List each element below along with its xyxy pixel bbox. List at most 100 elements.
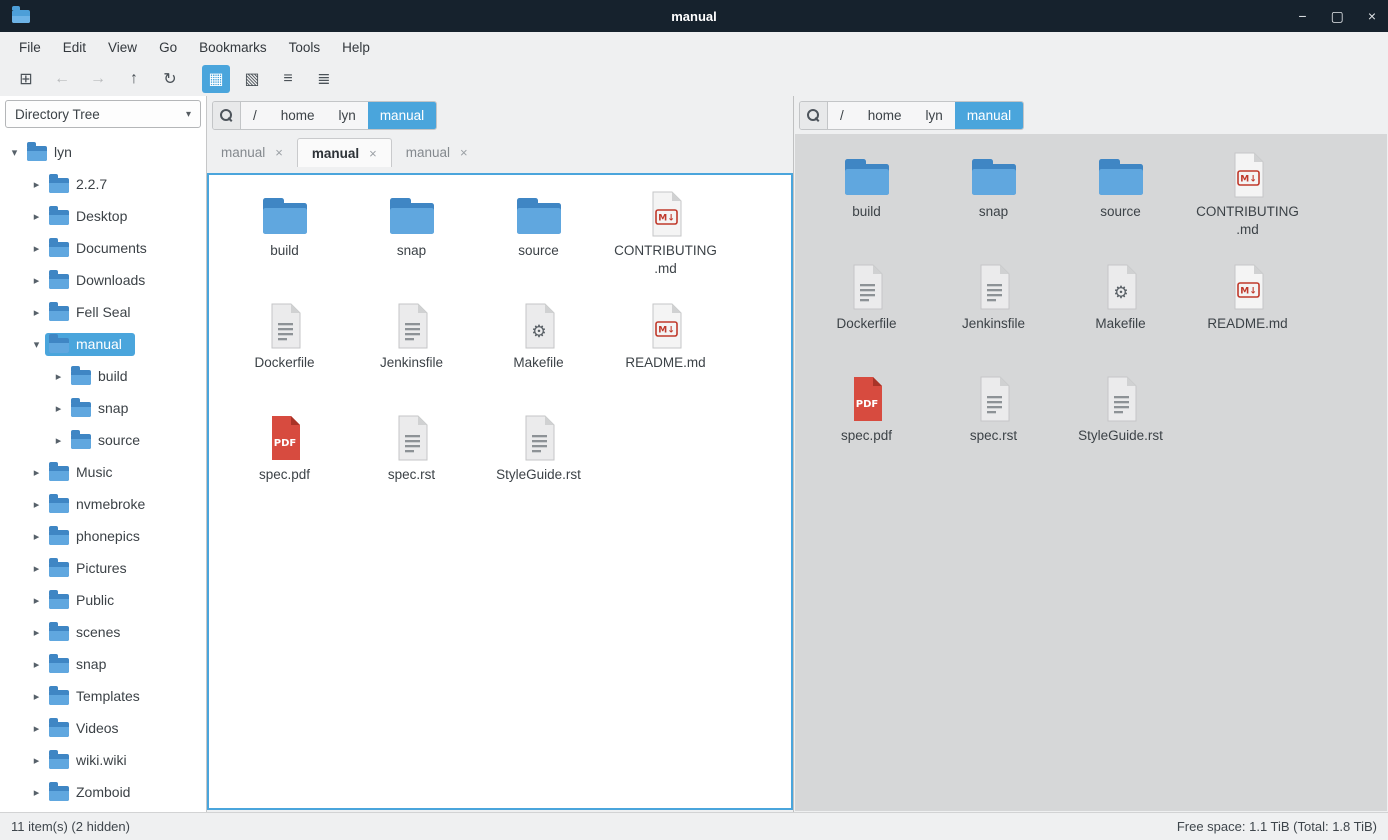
close-icon[interactable]: ×	[460, 145, 468, 160]
breadcrumb-root[interactable]: /	[241, 102, 269, 129]
tab-manual-1[interactable]: manual×	[207, 138, 297, 167]
search-icon[interactable]	[213, 102, 241, 129]
chevron-right-icon[interactable]: ▸	[28, 626, 45, 639]
chevron-right-icon[interactable]: ▸	[28, 466, 45, 479]
file-makefile[interactable]: ⚙Makefile	[475, 295, 602, 407]
chevron-right-icon[interactable]: ▸	[28, 690, 45, 703]
file-spec-pdf[interactable]: PDFspec.pdf	[803, 368, 930, 480]
breadcrumb-home[interactable]: home	[856, 102, 914, 129]
file-spec-rst[interactable]: spec.rst	[348, 407, 475, 519]
tree-item-nvmebroke[interactable]: ▸nvmebroke	[0, 488, 206, 520]
up-button[interactable]: ↑	[120, 65, 148, 93]
file-jenkinsfile[interactable]: Jenkinsfile	[348, 295, 475, 407]
file-contributing-md[interactable]: M↓CONTRIBUTING.md	[1184, 144, 1311, 256]
chevron-right-icon[interactable]: ▸	[28, 498, 45, 511]
close-icon[interactable]: ×	[369, 146, 377, 161]
chevron-right-icon[interactable]: ▸	[28, 530, 45, 543]
file-snap[interactable]: snap	[348, 183, 475, 295]
tree-item-fell-seal[interactable]: ▸Fell Seal	[0, 296, 206, 328]
search-icon[interactable]	[800, 102, 828, 129]
menu-tools[interactable]: Tools	[278, 35, 332, 60]
breadcrumb-home[interactable]: home	[269, 102, 327, 129]
tree-item-downloads[interactable]: ▸Downloads	[0, 264, 206, 296]
file-snap[interactable]: snap	[930, 144, 1057, 256]
file-source[interactable]: source	[475, 183, 602, 295]
icon-view-button[interactable]: ▦	[202, 65, 230, 93]
file-readme-md[interactable]: M↓README.md	[1184, 256, 1311, 368]
back-button[interactable]: ←	[48, 65, 76, 93]
close-icon[interactable]: ×	[275, 145, 283, 160]
file-styleguide-rst[interactable]: StyleGuide.rst	[475, 407, 602, 519]
tree-item-snap[interactable]: ▸snap	[0, 392, 206, 424]
chevron-right-icon[interactable]: ▸	[28, 562, 45, 575]
breadcrumb-root[interactable]: /	[828, 102, 856, 129]
menu-help[interactable]: Help	[331, 35, 381, 60]
forward-button[interactable]: →	[84, 65, 112, 93]
file-source[interactable]: source	[1057, 144, 1184, 256]
tree-item-pictures[interactable]: ▸Pictures	[0, 552, 206, 584]
file-contributing-md[interactable]: M↓CONTRIBUTING.md	[602, 183, 729, 295]
tree-item-desktop[interactable]: ▸Desktop	[0, 200, 206, 232]
chevron-down-icon[interactable]: ▾	[6, 146, 23, 159]
reload-button[interactable]: ↻	[156, 65, 184, 93]
chevron-right-icon[interactable]: ▸	[28, 210, 45, 223]
breadcrumb-lyn[interactable]: lyn	[914, 102, 955, 129]
menu-edit[interactable]: Edit	[52, 35, 97, 60]
tree-item-documents[interactable]: ▸Documents	[0, 232, 206, 264]
tree-item-scenes[interactable]: ▸scenes	[0, 616, 206, 648]
chevron-right-icon[interactable]: ▸	[28, 754, 45, 767]
tree-item-build[interactable]: ▸build	[0, 360, 206, 392]
tree-item-phonepics[interactable]: ▸phonepics	[0, 520, 206, 552]
chevron-right-icon[interactable]: ▸	[28, 722, 45, 735]
chevron-right-icon[interactable]: ▸	[50, 434, 67, 447]
tree-item-public[interactable]: ▸Public	[0, 584, 206, 616]
tree-item-videos[interactable]: ▸Videos	[0, 712, 206, 744]
tree-item-lyn[interactable]: ▾lyn	[0, 136, 206, 168]
chevron-right-icon[interactable]: ▸	[28, 786, 45, 799]
file-styleguide-rst[interactable]: StyleGuide.rst	[1057, 368, 1184, 480]
menu-bookmarks[interactable]: Bookmarks	[188, 35, 278, 60]
menu-file[interactable]: File	[8, 35, 52, 60]
menu-go[interactable]: Go	[148, 35, 188, 60]
chevron-right-icon[interactable]: ▸	[28, 658, 45, 671]
file-dockerfile[interactable]: Dockerfile	[803, 256, 930, 368]
chevron-right-icon[interactable]: ▸	[28, 242, 45, 255]
chevron-right-icon[interactable]: ▸	[28, 306, 45, 319]
detailed-list-view-button[interactable]: ≣	[310, 65, 338, 93]
file-build[interactable]: build	[803, 144, 930, 256]
tree-item-music[interactable]: ▸Music	[0, 456, 206, 488]
tree-item-snap[interactable]: ▸snap	[0, 648, 206, 680]
compact-view-button[interactable]: ≡	[274, 65, 302, 93]
file-spec-rst[interactable]: spec.rst	[930, 368, 1057, 480]
chevron-right-icon[interactable]: ▸	[50, 402, 67, 415]
tree-item-templates[interactable]: ▸Templates	[0, 680, 206, 712]
minimize-button[interactable]: −	[1298, 8, 1306, 25]
chevron-right-icon[interactable]: ▸	[28, 594, 45, 607]
chevron-down-icon[interactable]: ▾	[28, 338, 45, 351]
breadcrumb-manual[interactable]: manual	[955, 102, 1023, 129]
chevron-right-icon[interactable]: ▸	[28, 274, 45, 287]
tree-item-zomboid[interactable]: ▸Zomboid	[0, 776, 206, 808]
tree-item-wiki-wiki[interactable]: ▸wiki.wiki	[0, 744, 206, 776]
chevron-right-icon[interactable]: ▸	[50, 370, 67, 383]
tab-manual-3[interactable]: manual×	[392, 138, 482, 167]
breadcrumb-manual[interactable]: manual	[368, 102, 436, 129]
left-file-view[interactable]: buildsnapsourceM↓CONTRIBUTING.md Dockerfi…	[207, 173, 793, 810]
breadcrumb-lyn[interactable]: lyn	[327, 102, 368, 129]
file-makefile[interactable]: ⚙Makefile	[1057, 256, 1184, 368]
sidebar-mode-select[interactable]: Directory Tree ▾	[5, 100, 201, 128]
titlebar[interactable]: manual −▢×	[0, 0, 1388, 32]
right-file-view[interactable]: buildsnapsourceM↓CONTRIBUTING.md Dockerfi…	[795, 134, 1387, 811]
tree-item-2-2-7[interactable]: ▸2.2.7	[0, 168, 206, 200]
tab-manual-2[interactable]: manual×	[297, 138, 392, 167]
tree-item-source[interactable]: ▸source	[0, 424, 206, 456]
chevron-right-icon[interactable]: ▸	[28, 178, 45, 191]
file-dockerfile[interactable]: Dockerfile	[221, 295, 348, 407]
file-readme-md[interactable]: M↓README.md	[602, 295, 729, 407]
file-build[interactable]: build	[221, 183, 348, 295]
tree-item-manual[interactable]: ▾manual	[0, 328, 206, 360]
file-jenkinsfile[interactable]: Jenkinsfile	[930, 256, 1057, 368]
maximize-button[interactable]: ▢	[1331, 8, 1344, 25]
file-spec-pdf[interactable]: PDFspec.pdf	[221, 407, 348, 519]
close-button[interactable]: ×	[1368, 8, 1376, 25]
